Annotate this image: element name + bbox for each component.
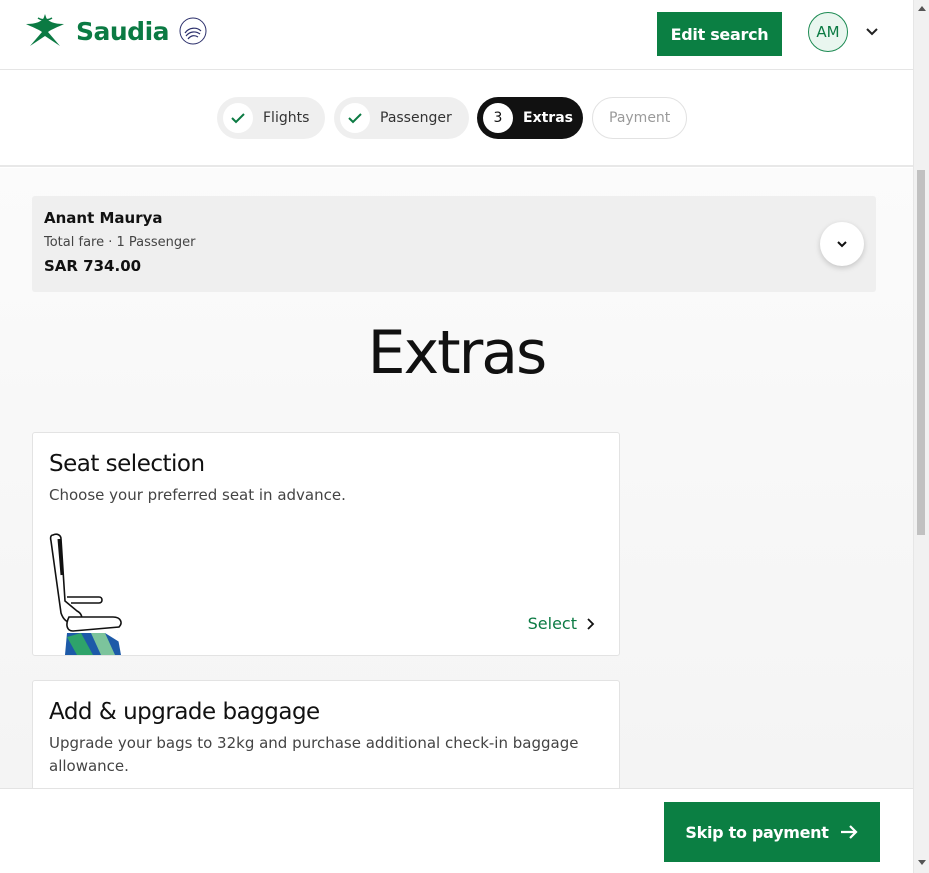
fare-subtitle: Total fare · 1 Passenger (44, 235, 196, 250)
main-content: Anant Maurya Total fare · 1 Passenger SA… (0, 168, 913, 820)
booking-stepper: Flights Passenger 3 Extras Payment (0, 70, 913, 167)
top-header: Saudia Edit search AM (0, 0, 913, 70)
check-icon (223, 103, 253, 133)
step-flights[interactable]: Flights (217, 97, 325, 139)
check-icon (340, 103, 370, 133)
skip-to-payment-button[interactable]: Skip to payment (664, 802, 880, 862)
step-label: Passenger (380, 110, 452, 126)
page-title: Extras (367, 318, 548, 388)
chevron-down-icon (837, 241, 847, 248)
card-description: Upgrade your bags to 32kg and purchase a… (49, 734, 579, 775)
sticky-footer: Skip to payment (0, 788, 913, 873)
arrow-right-icon (840, 825, 858, 839)
card-title: Add & upgrade baggage (49, 699, 320, 725)
card-description: Choose your preferred seat in advance. (49, 486, 346, 504)
chevron-right-icon (587, 617, 595, 630)
saudia-palm-logo-icon (26, 14, 64, 46)
scrollbar-thumb[interactable] (917, 170, 925, 535)
step-label: Payment (609, 110, 671, 126)
step-payment: Payment (592, 97, 687, 139)
card-title: Seat selection (49, 451, 205, 477)
step-label: Extras (523, 110, 573, 126)
select-label: Select (527, 614, 577, 633)
seat-illustration-icon (49, 533, 122, 655)
fare-summary: Anant Maurya Total fare · 1 Passenger SA… (32, 196, 876, 292)
step-number: 3 (483, 103, 513, 133)
chevron-down-icon[interactable] (862, 22, 882, 42)
step-passenger[interactable]: Passenger (334, 97, 469, 139)
skyteam-logo-icon (179, 17, 207, 45)
step-label: Flights (263, 110, 310, 126)
edit-search-button[interactable]: Edit search (657, 12, 782, 56)
page-scrollbar[interactable] (913, 0, 929, 873)
user-avatar[interactable]: AM (808, 12, 848, 52)
brand-name: Saudia (76, 16, 170, 46)
step-extras[interactable]: 3 Extras (477, 97, 583, 139)
skip-label: Skip to payment (685, 822, 829, 842)
passenger-name: Anant Maurya (44, 209, 163, 227)
scroll-down-arrow-icon[interactable] (918, 860, 926, 865)
fare-expand-button[interactable] (820, 222, 864, 266)
fare-amount: SAR 734.00 (44, 257, 142, 275)
scroll-up-arrow-icon[interactable] (918, 6, 926, 11)
saudia-logo[interactable]: Saudia (20, 12, 209, 50)
seat-select-link[interactable]: Select (528, 614, 595, 633)
seat-selection-card[interactable]: Seat selection Choose your preferred sea… (32, 432, 620, 656)
